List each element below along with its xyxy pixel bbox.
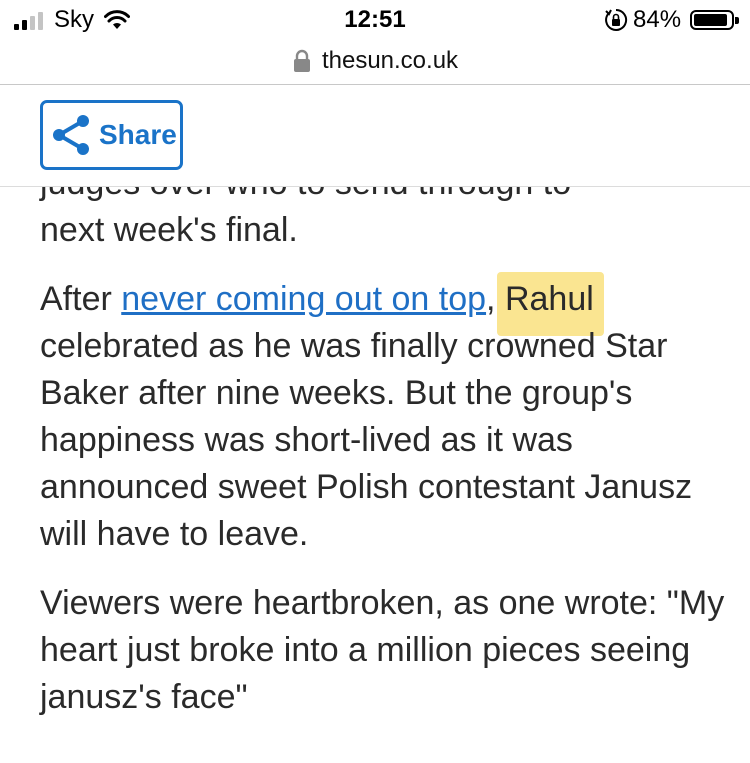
article-line: next week's final.: [40, 211, 298, 249]
article-text: ,: [486, 280, 505, 318]
article-paragraph: Viewers were heartbroken, as one wrote: …: [40, 584, 725, 716]
divider: [0, 84, 750, 85]
divider: [0, 186, 750, 187]
status-bar: Sky 12:51 84%: [0, 0, 750, 40]
address-bar[interactable]: thesun.co.uk: [0, 40, 750, 82]
article-paragraph: After never coming out on top, Rahul cel…: [40, 276, 730, 558]
url-text: thesun.co.uk: [321, 47, 459, 74]
share-button[interactable]: Share: [40, 100, 183, 170]
padlock-icon: [293, 49, 310, 72]
article-text: celebrated as he was finally crowned Sta…: [40, 327, 693, 553]
battery-icon: [690, 10, 739, 30]
orientation-lock-icon: [605, 8, 628, 31]
browser-header: Sky 12:51 84% thesun.co.uk Share: [0, 0, 750, 187]
article-link-never-coming-out-on-top[interactable]: never coming out on top: [121, 280, 486, 318]
battery-percent: 84%: [633, 6, 682, 33]
article-text: After: [40, 280, 122, 318]
article-body: judges over who to send through tonext w…: [40, 160, 730, 721]
highlighted-word-rahul[interactable]: Rahul: [505, 280, 594, 318]
share-label: Share: [99, 119, 177, 150]
share-icon: [53, 115, 89, 155]
